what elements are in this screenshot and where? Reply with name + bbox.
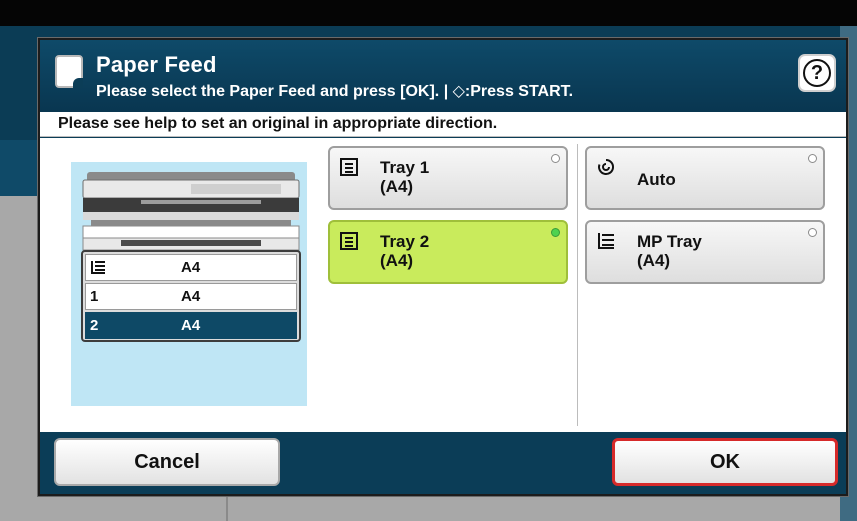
tray-1-label: Tray 1 (A4) xyxy=(380,158,429,196)
status-dot-icon xyxy=(551,228,560,237)
dialog-footer: Cancel OK xyxy=(40,432,846,494)
tray-1-button[interactable]: Tray 1 (A4) xyxy=(328,146,568,210)
mp-tray-icon xyxy=(598,233,614,249)
tray-icon xyxy=(340,232,358,250)
tray-row-mp-size: A4 xyxy=(181,259,201,276)
tray-2-size: (A4) xyxy=(380,251,414,270)
tray-2-button[interactable]: Tray 2 (A4) xyxy=(328,220,568,284)
cancel-button[interactable]: Cancel xyxy=(54,438,280,486)
dialog-titlebar: Paper Feed Please select the Paper Feed … xyxy=(40,40,846,112)
tray-row-2-label: 2 xyxy=(90,317,99,334)
tray-2-label: Tray 2 (A4) xyxy=(380,232,429,270)
mp-tray-button[interactable]: MP Tray (A4) xyxy=(585,220,825,284)
printer-preview-panel: A4 1 A4 2 A4 xyxy=(71,162,307,406)
tray-2-name: Tray 2 xyxy=(380,232,430,251)
mp-tray-name: MP Tray xyxy=(637,232,702,251)
help-icon: ? xyxy=(803,59,831,87)
column-divider xyxy=(577,144,578,426)
mp-tray-label: MP Tray (A4) xyxy=(637,232,702,270)
document-icon xyxy=(55,55,83,88)
paper-feed-dialog: Paper Feed Please select the Paper Feed … xyxy=(38,38,848,496)
tray-row-1-label: 1 xyxy=(90,288,99,305)
tray-row-2-size: A4 xyxy=(181,317,201,334)
auto-button[interactable]: Auto xyxy=(585,146,825,210)
auto-select-icon xyxy=(598,158,615,175)
info-bar: Please see help to set an original in ap… xyxy=(40,112,846,137)
dialog-subtitle: Please select the Paper Feed and press [… xyxy=(96,83,574,100)
tray-status-table: A4 1 A4 2 A4 xyxy=(81,250,301,342)
dialog-title: Paper Feed xyxy=(96,52,217,77)
status-dot-icon xyxy=(808,228,817,237)
mp-tray-size: (A4) xyxy=(637,251,671,270)
status-dot-icon xyxy=(551,154,560,163)
ok-button[interactable]: OK xyxy=(612,438,838,486)
status-dot-icon xyxy=(808,154,817,163)
tray-icon xyxy=(340,158,358,176)
screen-top-bar xyxy=(0,0,857,26)
mp-tray-icon xyxy=(91,261,105,274)
tray-1-name: Tray 1 xyxy=(380,158,430,177)
tray-row-1-size: A4 xyxy=(181,288,201,305)
tray-row-2: 2 A4 xyxy=(85,312,297,339)
tray-row-mp: A4 xyxy=(85,254,297,281)
tray-row-1: 1 A4 xyxy=(85,283,297,310)
tray-1-size: (A4) xyxy=(380,177,414,196)
help-button[interactable]: ? xyxy=(798,54,836,92)
auto-label: Auto xyxy=(637,170,676,189)
info-text: Please see help to set an original in ap… xyxy=(58,115,498,132)
dialog-content: A4 1 A4 2 A4 Tray 1 (A4) Auto Tray 2 (A4… xyxy=(40,138,846,432)
